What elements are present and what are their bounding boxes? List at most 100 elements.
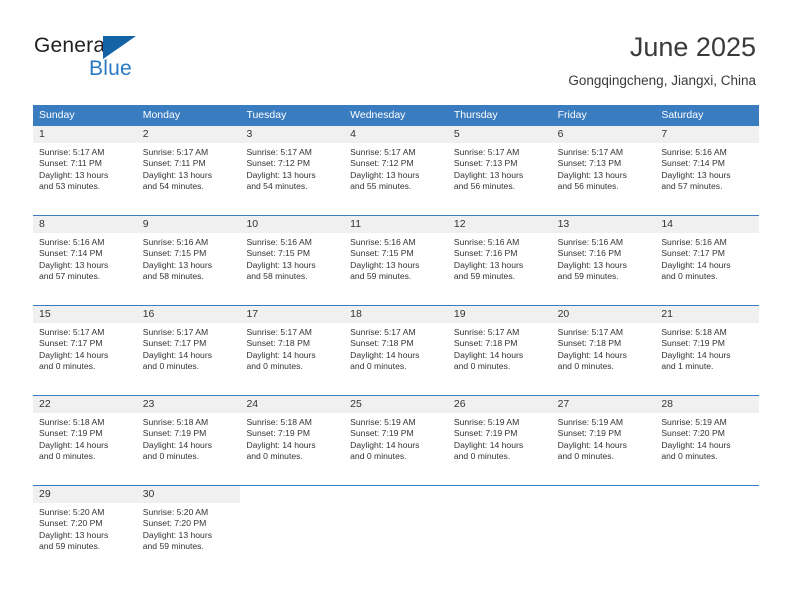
daylight-text-line1: Daylight: 14 hours <box>39 439 109 450</box>
weekday-sunday: Sunday <box>39 109 75 121</box>
sunset-text: Sunset: 7:17 PM <box>142 338 207 349</box>
day-number: 18 <box>344 306 448 323</box>
day-details: Sunrise: 5:16 AM Sunset: 7:15 PM Daylight:… <box>137 233 241 283</box>
sunrise-text: Sunrise: 5:17 AM <box>557 147 624 157</box>
day-number: 15 <box>33 306 137 323</box>
day-cell[interactable]: 4 Sunrise: 5:17 AM Sunset: 7:12 PM Daylight… <box>344 126 448 215</box>
day-cell[interactable]: 6 Sunrise: 5:17 AM Sunset: 7:13 PM Daylight… <box>551 126 656 215</box>
day-cell[interactable]: 17 Sunrise: 5:17 AM Sunset: 7:18 PM Dayligh… <box>240 306 345 395</box>
day-cell[interactable]: 7 Sunrise: 5:16 AM Sunset: 7:14 PM Daylight… <box>655 126 760 215</box>
day-cell[interactable]: 19 Sunrise: 5:17 AM Sunset: 7:18 PM Dayligh… <box>447 306 552 395</box>
day-details: Sunrise: 5:20 AM Sunset: 7:20 PM Daylight:… <box>137 503 241 553</box>
day-cell[interactable]: 2 Sunrise: 5:17 AM Sunset: 7:11 PM Daylight… <box>136 126 241 215</box>
daylight-text-line1: Daylight: 14 hours <box>661 259 731 270</box>
sunrise-text: Sunrise: 5:16 AM <box>557 237 624 247</box>
day-cell[interactable]: 1 Sunrise: 5:17 AM Sunset: 7:11 PM Daylight… <box>33 126 137 215</box>
day-number: 26 <box>447 396 552 413</box>
day-number: 22 <box>33 396 137 413</box>
sunrise-text: Sunrise: 5:18 AM <box>661 327 727 337</box>
sunrise-text: Sunrise: 5:18 AM <box>246 417 312 427</box>
sunset-text: Sunset: 7:18 PM <box>453 338 518 349</box>
day-number: 6 <box>551 126 656 143</box>
day-cell[interactable]: 5 Sunrise: 5:17 AM Sunset: 7:13 PM Daylight… <box>447 126 552 215</box>
sunset-text: Sunset: 7:18 PM <box>246 338 310 349</box>
sunrise-text: Sunrise: 5:18 AM <box>39 417 105 427</box>
sunrise-text: Sunrise: 5:17 AM <box>453 327 520 337</box>
daylight-text-line2: and 57 minutes. <box>39 271 101 282</box>
day-cell[interactable]: 16 Sunrise: 5:17 AM Sunset: 7:17 PM Dayligh… <box>136 306 241 395</box>
sunrise-text: Sunrise: 5:17 AM <box>246 147 312 157</box>
day-cell[interactable]: 12 Sunrise: 5:16 AM Sunset: 7:16 PM Dayligh… <box>447 216 552 305</box>
sunrise-text: Sunrise: 5:18 AM <box>142 417 209 427</box>
daylight-text-line1: Daylight: 14 hours <box>142 349 212 360</box>
day-number: 20 <box>551 306 656 323</box>
sunrise-text: Sunrise: 5:17 AM <box>350 147 416 157</box>
sunset-text: Sunset: 7:17 PM <box>661 248 725 259</box>
daylight-text-line2: and 0 minutes. <box>661 271 718 282</box>
daylight-text-line1: Daylight: 13 hours <box>39 259 109 270</box>
sunset-text: Sunset: 7:14 PM <box>661 158 725 169</box>
sunset-text: Sunset: 7:11 PM <box>142 158 206 169</box>
day-number: 1 <box>33 126 137 143</box>
day-number: 9 <box>136 216 241 233</box>
day-details: Sunrise: 5:17 AM Sunset: 7:17 PM Daylight:… <box>33 323 137 373</box>
sunset-text: Sunset: 7:15 PM <box>142 248 207 259</box>
day-details: Sunrise: 5:16 AM Sunset: 7:16 PM Daylight:… <box>552 233 656 283</box>
day-cell[interactable]: 11 Sunrise: 5:16 AM Sunset: 7:15 PM Dayligh… <box>344 216 448 305</box>
day-cell[interactable]: 8 Sunrise: 5:16 AM Sunset: 7:14 PM Daylight… <box>33 216 137 305</box>
sunrise-text: Sunrise: 5:17 AM <box>142 147 209 157</box>
day-cell[interactable]: 3 Sunrise: 5:17 AM Sunset: 7:12 PM Daylight… <box>240 126 345 215</box>
day-cell[interactable]: 20 Sunrise: 5:17 AM Sunset: 7:18 PM Dayligh… <box>551 306 656 395</box>
sunset-text: Sunset: 7:12 PM <box>246 158 310 169</box>
day-number: 21 <box>655 306 760 323</box>
daylight-text-line1: Daylight: 14 hours <box>661 439 731 450</box>
day-cell[interactable]: 25 Sunrise: 5:19 AM Sunset: 7:19 PM Dayligh… <box>344 396 448 485</box>
weekday-header-row: Sunday Monday Tuesday Wednesday Thursday… <box>33 105 759 125</box>
logo[interactable]: General Blue <box>34 34 214 84</box>
day-cell[interactable]: 30 Sunrise: 5:20 AM Sunset: 7:20 PM Dayligh… <box>136 486 241 575</box>
day-number: 3 <box>240 126 345 143</box>
daylight-text-line1: Daylight: 14 hours <box>142 439 212 450</box>
day-cell[interactable]: 28 Sunrise: 5:19 AM Sunset: 7:20 PM Dayligh… <box>655 396 760 485</box>
day-cell[interactable]: 23 Sunrise: 5:18 AM Sunset: 7:19 PM Dayligh… <box>136 396 241 485</box>
page-title: June 2025 <box>629 32 756 62</box>
daylight-text-line1: Daylight: 14 hours <box>661 349 731 360</box>
day-cell[interactable]: 26 Sunrise: 5:19 AM Sunset: 7:19 PM Dayligh… <box>447 396 552 485</box>
week-row: 8 Sunrise: 5:16 AM Sunset: 7:14 PM Daylight… <box>33 215 760 305</box>
daylight-text-line1: Daylight: 13 hours <box>246 259 316 270</box>
day-details: Sunrise: 5:17 AM Sunset: 7:18 PM Daylight:… <box>344 323 448 373</box>
daylight-text-line2: and 58 minutes. <box>142 271 204 282</box>
logo-text-general: General <box>34 34 111 57</box>
daylight-text-line1: Daylight: 14 hours <box>350 439 420 450</box>
day-cell[interactable]: 27 Sunrise: 5:19 AM Sunset: 7:19 PM Dayligh… <box>551 396 656 485</box>
day-cell[interactable]: 18 Sunrise: 5:17 AM Sunset: 7:18 PM Dayligh… <box>344 306 448 395</box>
day-cell[interactable]: 24 Sunrise: 5:18 AM Sunset: 7:19 PM Dayligh… <box>240 396 345 485</box>
sunset-text: Sunset: 7:20 PM <box>39 518 103 529</box>
day-cell[interactable]: 14 Sunrise: 5:16 AM Sunset: 7:17 PM Dayligh… <box>655 216 760 305</box>
day-cell[interactable]: 29 Sunrise: 5:20 AM Sunset: 7:20 PM Dayligh… <box>33 486 137 575</box>
daylight-text-line2: and 59 minutes. <box>142 541 204 552</box>
daylight-text-line1: Daylight: 14 hours <box>39 349 109 360</box>
sunrise-text: Sunrise: 5:17 AM <box>557 327 624 337</box>
day-cell[interactable]: 21 Sunrise: 5:18 AM Sunset: 7:19 PM Dayligh… <box>655 306 760 395</box>
daylight-text-line1: Daylight: 13 hours <box>453 169 524 180</box>
sunrise-text: Sunrise: 5:17 AM <box>39 147 105 157</box>
daylight-text-line2: and 0 minutes. <box>142 361 200 372</box>
daylight-text-line2: and 0 minutes. <box>142 451 200 462</box>
sunrise-text: Sunrise: 5:16 AM <box>39 237 105 247</box>
day-cell[interactable]: 9 Sunrise: 5:16 AM Sunset: 7:15 PM Daylight… <box>136 216 241 305</box>
day-cell[interactable]: 10 Sunrise: 5:16 AM Sunset: 7:15 PM Dayligh… <box>240 216 345 305</box>
daylight-text-line2: and 55 minutes. <box>350 181 412 192</box>
day-cell[interactable]: 13 Sunrise: 5:16 AM Sunset: 7:16 PM Dayligh… <box>551 216 656 305</box>
sunset-text: Sunset: 7:18 PM <box>557 338 622 349</box>
daylight-text-line1: Daylight: 13 hours <box>350 259 420 270</box>
daylight-text-line1: Daylight: 13 hours <box>246 169 316 180</box>
day-cell[interactable]: 22 Sunrise: 5:18 AM Sunset: 7:19 PM Dayligh… <box>33 396 137 485</box>
daylight-text-line2: and 0 minutes. <box>350 361 407 372</box>
sunrise-text: Sunrise: 5:17 AM <box>350 327 416 337</box>
day-number: 16 <box>136 306 241 323</box>
day-cell[interactable]: 15 Sunrise: 5:17 AM Sunset: 7:17 PM Dayligh… <box>33 306 137 395</box>
sunrise-text: Sunrise: 5:19 AM <box>350 417 416 427</box>
day-number: 30 <box>136 486 241 503</box>
sunset-text: Sunset: 7:19 PM <box>142 428 207 439</box>
